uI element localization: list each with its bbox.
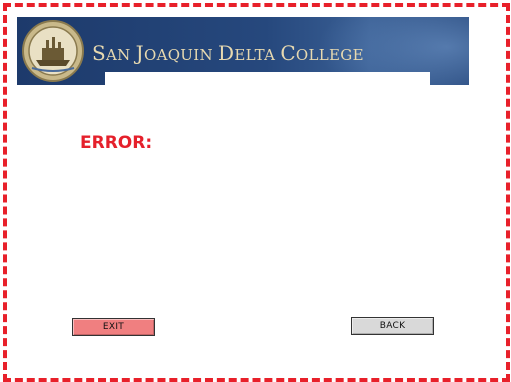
college-name-part: J <box>135 41 144 65</box>
exit-button[interactable]: EXIT <box>72 318 155 336</box>
back-button[interactable]: BACK <box>351 317 434 335</box>
college-name-part: AN <box>106 46 136 64</box>
college-name-part: OAQUIN <box>143 46 218 64</box>
college-name-part: OLLEGE <box>295 46 364 64</box>
college-name-part: S <box>92 41 107 65</box>
college-name-part: ELTA <box>234 46 281 64</box>
banner-strip <box>105 72 430 85</box>
error-title: ERROR: <box>80 133 153 153</box>
college-name-part: C <box>280 41 296 65</box>
college-seal-icon <box>22 20 84 82</box>
college-name: SAN JOAQUIN DELTA COLLEGE <box>92 41 364 65</box>
college-name-part: D <box>217 41 235 65</box>
